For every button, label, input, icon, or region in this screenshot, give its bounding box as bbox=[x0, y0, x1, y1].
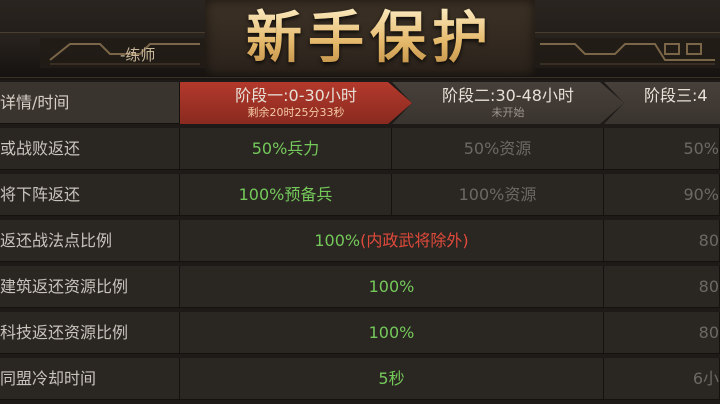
merged-note: (内政武将除外) bbox=[360, 231, 469, 250]
table-row: 建筑返还资源比例 100% 80 bbox=[0, 266, 720, 308]
table-row: 科技返还资源比例 100% 80 bbox=[0, 312, 720, 354]
stage1-value: 50%兵力 bbox=[180, 128, 392, 170]
top-banner: -练师 新手保护 bbox=[0, 0, 720, 80]
table-header-row: 详情/时间 阶段二:30-48小时 未开始 阶段三:4 阶段一:0-30小时 剩… bbox=[0, 82, 720, 124]
table-row: 将下阵返还 100%预备兵 100%资源 90% bbox=[0, 174, 720, 216]
ornament-right bbox=[535, 38, 720, 68]
table-row: 或战败返还 50%兵力 50%资源 50% bbox=[0, 128, 720, 170]
row-label: 建筑返还资源比例 bbox=[0, 266, 180, 308]
merged-main-value: 100% bbox=[314, 231, 361, 250]
merged-value: 5秒 bbox=[180, 358, 604, 400]
tab-label-trainer[interactable]: -练师 bbox=[120, 44, 155, 65]
stage3-value: 80 bbox=[604, 312, 720, 354]
stage2-name: 阶段二:30-48小时 bbox=[442, 86, 574, 105]
row-label: 科技返还资源比例 bbox=[0, 312, 180, 354]
merged-value: 100% bbox=[180, 266, 604, 308]
stage1-name: 阶段一:0-30小时 bbox=[235, 86, 357, 105]
stage1-header-active[interactable]: 阶段一:0-30小时 剩余20时25分33秒 bbox=[180, 82, 412, 124]
stage2-header[interactable]: 阶段二:30-48小时 未开始 bbox=[392, 82, 624, 124]
row-label: 将下阵返还 bbox=[0, 174, 180, 216]
row-label: 返还战法点比例 bbox=[0, 220, 180, 262]
stage1-value: 100%预备兵 bbox=[180, 174, 392, 216]
page-title: 新手保护 bbox=[205, 2, 535, 74]
stage2-value: 100%资源 bbox=[392, 174, 604, 216]
merged-value: 100%(内政武将除外) bbox=[180, 220, 604, 262]
stage1-countdown: 剩余20时25分33秒 bbox=[247, 106, 345, 119]
stage3-value: 6小 bbox=[604, 358, 720, 400]
table-row: 返还战法点比例 100%(内政武将除外) 80 bbox=[0, 220, 720, 262]
header-detail-time: 详情/时间 bbox=[0, 82, 180, 124]
stage3-value: 80 bbox=[604, 220, 720, 262]
stage2-value: 50%资源 bbox=[392, 128, 604, 170]
table-row: 同盟冷却时间 5秒 6小 bbox=[0, 358, 720, 400]
row-label: 同盟冷却时间 bbox=[0, 358, 180, 400]
stage3-value: 50% bbox=[604, 128, 720, 170]
merged-value: 100% bbox=[180, 312, 604, 354]
stage3-value: 80 bbox=[604, 266, 720, 308]
row-label: 或战败返还 bbox=[0, 128, 180, 170]
stage3-value: 90% bbox=[604, 174, 720, 216]
stage3-name: 阶段三:4 bbox=[644, 86, 708, 105]
stage2-status: 未开始 bbox=[491, 106, 525, 119]
